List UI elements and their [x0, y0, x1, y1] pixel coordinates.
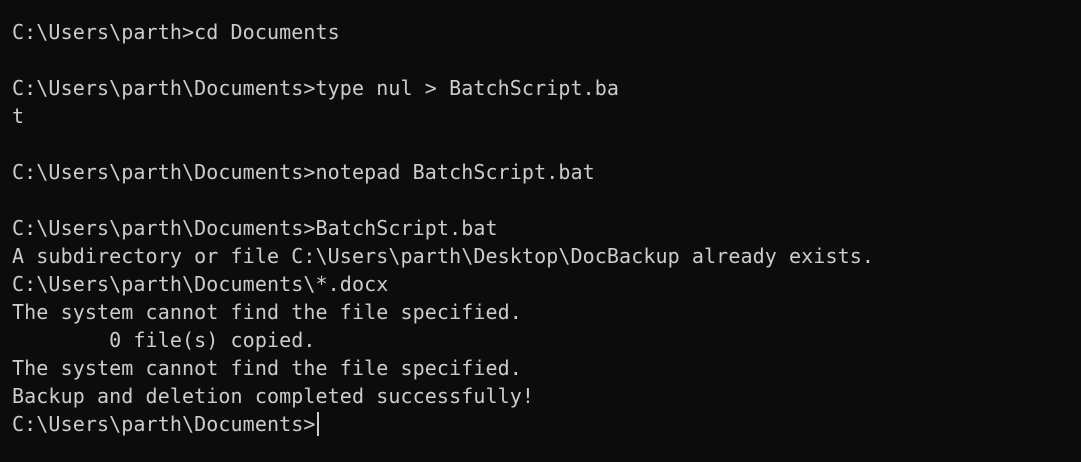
- terminal-line: C:\Users\parth\Documents\*.docx: [12, 272, 389, 296]
- terminal-line: The system cannot find the file specifie…: [12, 300, 522, 324]
- terminal-line: A subdirectory or file C:\Users\parth\De…: [12, 244, 875, 268]
- terminal-line: C:\Users\parth\Documents>type nul > Batc…: [12, 76, 620, 100]
- terminal-line: 0 file(s) copied.: [12, 328, 316, 352]
- terminal-window[interactable]: C:\Users\parth>cd Documents C:\Users\par…: [0, 0, 1081, 462]
- command-prompt: C:\Users\parth\Documents>: [12, 412, 316, 436]
- command-prompt-line[interactable]: C:\Users\parth\Documents>: [12, 410, 1081, 438]
- text-cursor: [316, 412, 319, 436]
- terminal-line: C:\Users\parth>cd Documents: [12, 20, 340, 44]
- terminal-line: C:\Users\parth\Documents>BatchScript.bat: [12, 216, 498, 240]
- terminal-line: t: [12, 104, 25, 128]
- terminal-line: Backup and deletion completed successful…: [12, 384, 535, 408]
- terminal-line: C:\Users\parth\Documents>notepad BatchSc…: [12, 160, 595, 184]
- terminal-line: The system cannot find the file specifie…: [12, 356, 522, 380]
